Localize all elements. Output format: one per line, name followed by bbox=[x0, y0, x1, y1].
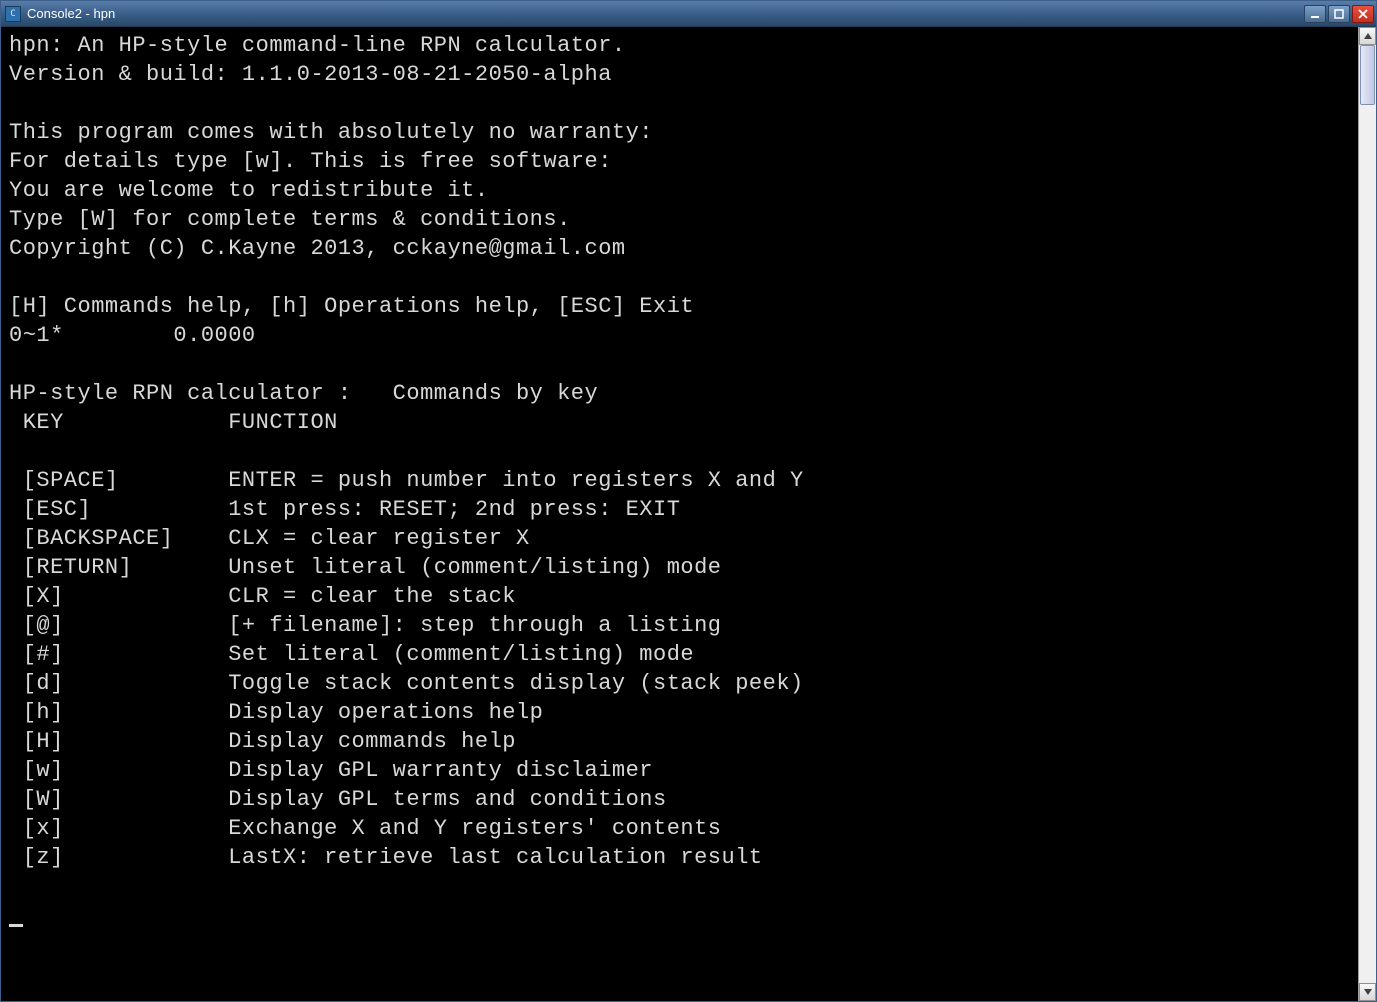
terminal-line: [z] LastX: retrieve last calculation res… bbox=[9, 843, 1350, 872]
terminal-output[interactable]: hpn: An HP-style command-line RPN calcul… bbox=[1, 27, 1358, 1001]
terminal-line bbox=[9, 437, 1350, 466]
terminal-line bbox=[9, 263, 1350, 292]
maximize-button[interactable] bbox=[1328, 5, 1350, 23]
terminal-line: For details type [w]. This is free softw… bbox=[9, 147, 1350, 176]
window-buttons bbox=[1304, 5, 1374, 23]
close-button[interactable] bbox=[1352, 5, 1374, 23]
window-title: Console2 - hpn bbox=[27, 6, 1304, 21]
app-icon: C bbox=[5, 6, 21, 22]
terminal-line bbox=[9, 350, 1350, 379]
terminal-line: [X] CLR = clear the stack bbox=[9, 582, 1350, 611]
terminal-line: Copyright (C) C.Kayne 2013, cckayne@gmai… bbox=[9, 234, 1350, 263]
terminal-line: 0~1* 0.0000 bbox=[9, 321, 1350, 350]
scroll-track[interactable] bbox=[1359, 45, 1376, 983]
content-area: hpn: An HP-style command-line RPN calcul… bbox=[1, 27, 1376, 1001]
terminal-line: [#] Set literal (comment/listing) mode bbox=[9, 640, 1350, 669]
scroll-down-button[interactable] bbox=[1359, 983, 1376, 1001]
terminal-line: KEY FUNCTION bbox=[9, 408, 1350, 437]
console-window: C Console2 - hpn hpn: An HP-style comman… bbox=[0, 0, 1377, 1002]
terminal-line: [w] Display GPL warranty disclaimer bbox=[9, 756, 1350, 785]
terminal-line: hpn: An HP-style command-line RPN calcul… bbox=[9, 31, 1350, 60]
terminal-line: [H] Commands help, [h] Operations help, … bbox=[9, 292, 1350, 321]
titlebar[interactable]: C Console2 - hpn bbox=[1, 1, 1376, 27]
terminal-line: [@] [+ filename]: step through a listing bbox=[9, 611, 1350, 640]
terminal-line: This program comes with absolutely no wa… bbox=[9, 118, 1350, 147]
minimize-button[interactable] bbox=[1304, 5, 1326, 23]
terminal-line: [x] Exchange X and Y registers' contents bbox=[9, 814, 1350, 843]
terminal-cursor-line bbox=[9, 901, 1350, 930]
terminal-line: Type [W] for complete terms & conditions… bbox=[9, 205, 1350, 234]
scroll-up-button[interactable] bbox=[1359, 27, 1376, 45]
terminal-line: [ESC] 1st press: RESET; 2nd press: EXIT bbox=[9, 495, 1350, 524]
vertical-scrollbar[interactable] bbox=[1358, 27, 1376, 1001]
terminal-line bbox=[9, 89, 1350, 118]
terminal-line: [RETURN] Unset literal (comment/listing)… bbox=[9, 553, 1350, 582]
terminal-line: [SPACE] ENTER = push number into registe… bbox=[9, 466, 1350, 495]
terminal-line: HP-style RPN calculator : Commands by ke… bbox=[9, 379, 1350, 408]
terminal-line: [H] Display commands help bbox=[9, 727, 1350, 756]
scroll-thumb[interactable] bbox=[1360, 45, 1375, 105]
terminal-line: [W] Display GPL terms and conditions bbox=[9, 785, 1350, 814]
terminal-line: [BACKSPACE] CLX = clear register X bbox=[9, 524, 1350, 553]
cursor-icon bbox=[9, 924, 23, 927]
terminal-line: Version & build: 1.1.0-2013-08-21-2050-a… bbox=[9, 60, 1350, 89]
terminal-line bbox=[9, 872, 1350, 901]
terminal-line: [h] Display operations help bbox=[9, 698, 1350, 727]
terminal-line: You are welcome to redistribute it. bbox=[9, 176, 1350, 205]
terminal-line: [d] Toggle stack contents display (stack… bbox=[9, 669, 1350, 698]
